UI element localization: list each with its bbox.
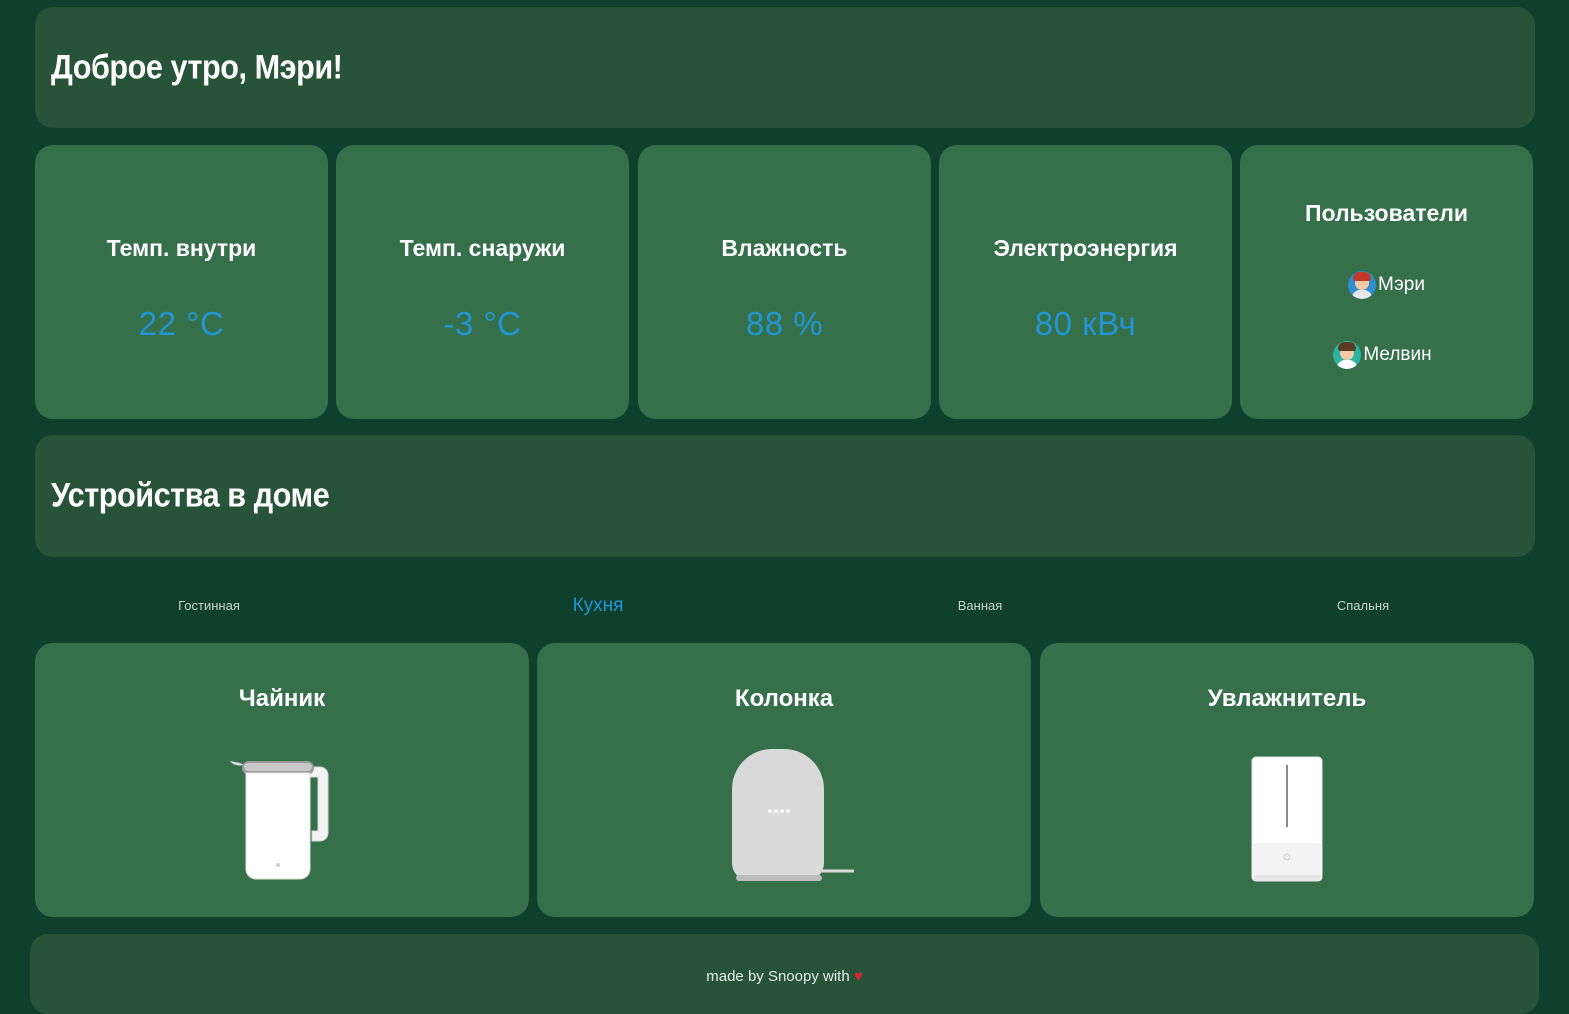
footer-text: made by Snoopy with ♥	[30, 968, 1539, 985]
tab-living-room[interactable]: Гостинная	[178, 598, 240, 613]
kettle-icon	[230, 761, 329, 880]
stat-value: 22 °C	[138, 305, 225, 342]
device-card-kettle[interactable]: Чайник	[35, 643, 529, 917]
users-title: Пользователи	[1304, 200, 1469, 226]
device-card-humidifier[interactable]: Увлажнитель	[1040, 643, 1534, 917]
stat-label: Электроэнергия	[993, 235, 1178, 261]
stat-card-electricity: Электроэнергия 80 кВч	[939, 145, 1232, 419]
avatar-male-icon	[1333, 341, 1362, 369]
humidifier-icon	[1251, 756, 1323, 882]
footer: made by Snoopy with ♥	[30, 934, 1539, 1014]
footer-credit: made by Snoopy with	[706, 968, 850, 985]
greeting-banner: Доброе утро, Мэри!	[35, 7, 1535, 128]
avatar-female-icon	[1348, 271, 1377, 299]
stat-value: 88 %	[745, 305, 824, 342]
users-card: Пользователи Мэри Мелвин	[1240, 145, 1533, 419]
tab-bathroom[interactable]: Ванная	[958, 598, 1003, 613]
tab-kitchen[interactable]: Кухня	[573, 595, 624, 617]
stat-card-humidity: Влажность 88 %	[638, 145, 931, 419]
user-name: Мелвин	[1363, 344, 1432, 365]
device-card-speaker[interactable]: Колонка	[537, 643, 1031, 917]
devices-title: Устройства в доме	[51, 476, 330, 515]
device-name: Чайник	[238, 685, 326, 712]
stat-value: -3 °C	[443, 305, 522, 342]
stat-label: Темп. снаружи	[399, 235, 566, 261]
room-tabs: Гостинная Кухня Ванная Спальня	[0, 595, 1569, 622]
stat-value: 80 кВч	[1034, 305, 1137, 342]
stat-card-temp-inside: Темп. внутри 22 °C	[35, 145, 328, 419]
user-name: Мэри	[1378, 274, 1425, 295]
user-item-mary[interactable]: Мэри	[1240, 271, 1533, 299]
smart-speaker-icon	[732, 749, 854, 881]
user-item-melvin[interactable]: Мелвин	[1232, 341, 1533, 369]
stat-label: Влажность	[721, 235, 848, 261]
devices-header: Устройства в доме	[35, 435, 1535, 557]
greeting-title: Доброе утро, Мэри!	[51, 48, 343, 86]
stat-label: Темп. внутри	[106, 235, 257, 261]
device-name: Увлажнитель	[1207, 685, 1367, 712]
device-name: Колонка	[734, 685, 834, 712]
stat-card-temp-outside: Темп. снаружи -3 °C	[336, 145, 629, 419]
heart-icon: ♥	[853, 968, 863, 985]
tab-bedroom[interactable]: Спальня	[1337, 598, 1389, 613]
